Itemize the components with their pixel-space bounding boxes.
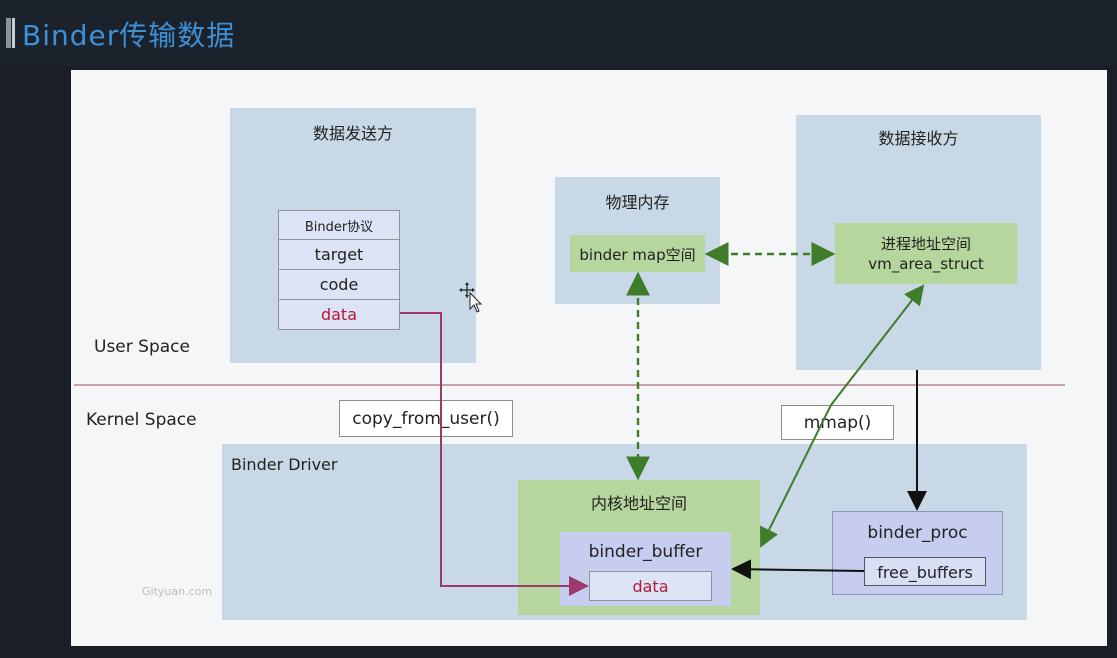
diagram-canvas: 数据发送方 Binder协议 target code data 物理内存 bin… [71,70,1107,646]
title-accent-bar-light [12,18,15,48]
free-buffers-to-buffer-arrow [731,559,865,580]
connector-layer [74,242,1065,596]
title-bar: Binder传输数据 [0,0,1117,66]
move-cursor-icon [459,282,483,313]
mmap-diagonal-arrow-up [830,284,925,406]
copy-from-user-arrow [400,312,589,596]
slide-title: Binder传输数据 [22,19,236,52]
title-accent-bar [6,18,11,48]
mmap-diagonal-arrow-down [760,404,832,548]
